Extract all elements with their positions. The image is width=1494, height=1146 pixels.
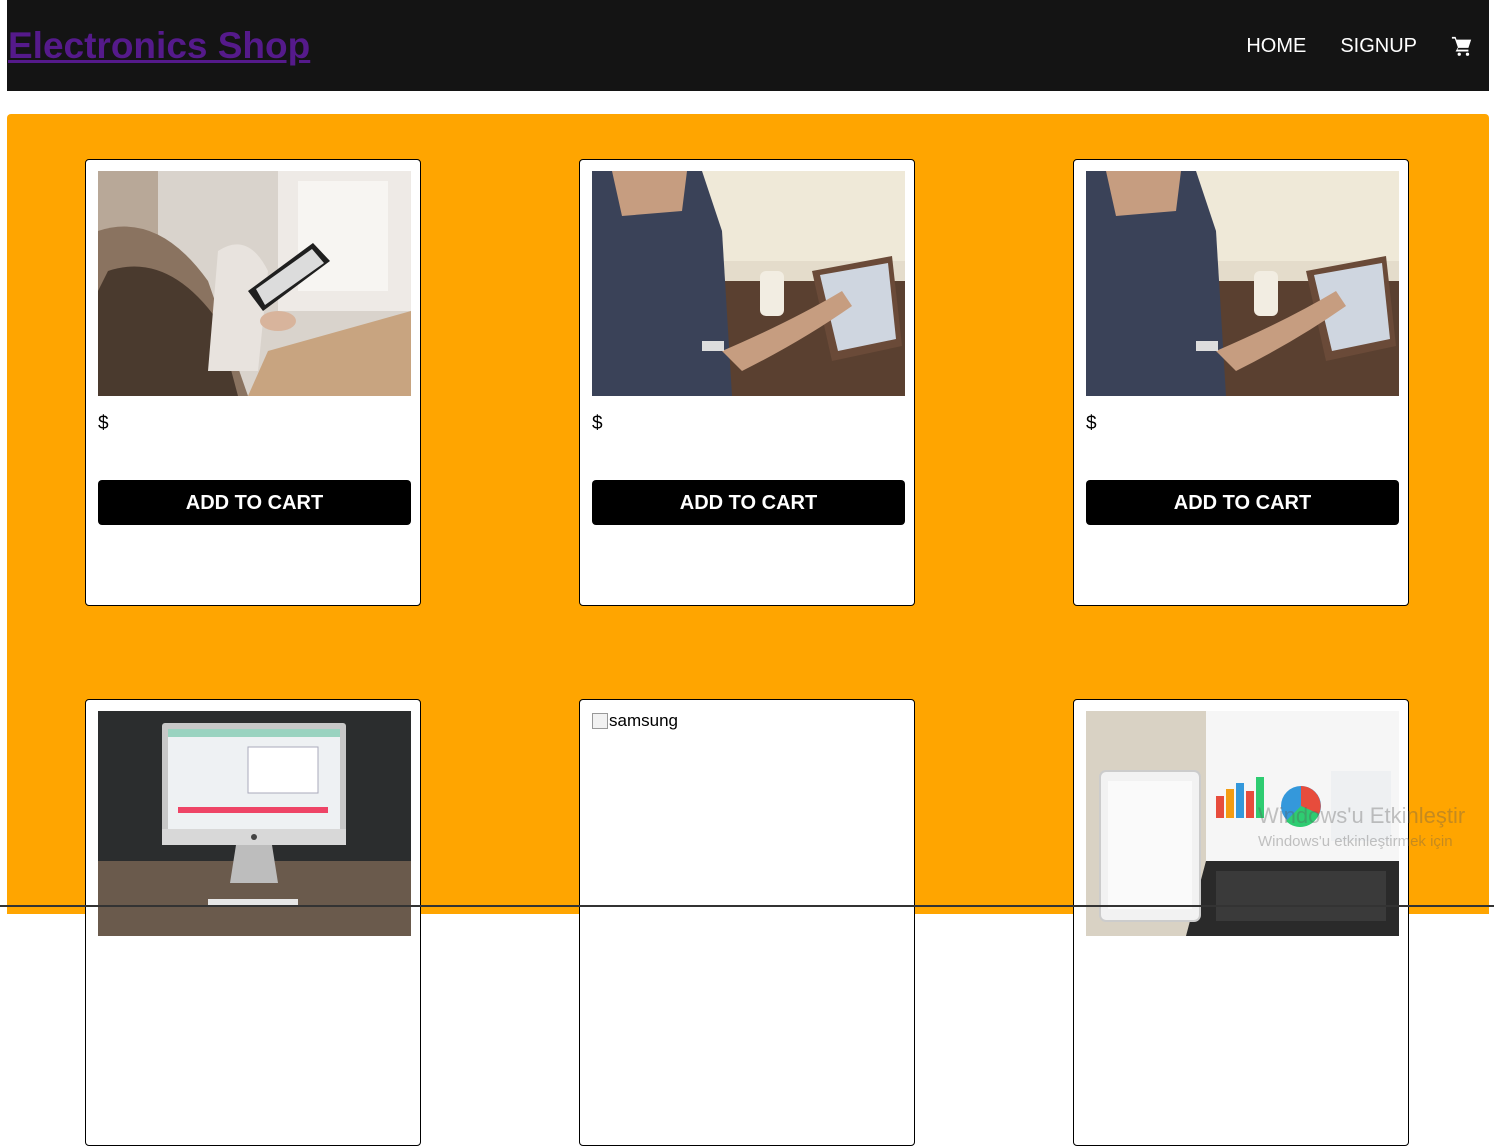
product-price: $ [592, 413, 603, 434]
add-to-cart-button[interactable]: ADD TO CART [98, 480, 411, 525]
watermark-line2: Windows'u etkinleştirmek için [1258, 833, 1453, 850]
add-to-cart-button[interactable]: ADD TO CART [592, 480, 905, 525]
broken-image-icon [592, 713, 608, 729]
product-card: $ ADD TO CART [579, 159, 915, 606]
tablet-reader-image [98, 171, 411, 396]
nav-home-link[interactable]: HOME [1246, 32, 1306, 60]
product-card: samsung [579, 699, 915, 1146]
product-image [98, 711, 411, 936]
product-card: $ ADD TO CART [85, 159, 421, 606]
desktop-computer-image [98, 711, 411, 936]
product-image [592, 171, 905, 396]
windows-activation-watermark: Windows'u Etkinleştir Windows'u etkinleş… [1258, 803, 1465, 850]
product-price: $ [1086, 413, 1097, 434]
add-to-cart-button[interactable]: ADD TO CART [1086, 480, 1399, 525]
product-card [85, 699, 421, 1146]
shopping-cart-icon[interactable] [1451, 35, 1473, 57]
nav-links: HOME SIGNUP [1246, 32, 1473, 60]
broken-image: samsung [592, 711, 678, 731]
watermark-line1: Windows'u Etkinleştir [1258, 803, 1466, 828]
product-image [1086, 171, 1399, 396]
product-card [1073, 699, 1409, 1146]
product-card: $ ADD TO CART [1073, 159, 1409, 606]
man-using-tablet-image [592, 171, 905, 396]
navbar: Electronics Shop HOME SIGNUP [7, 0, 1489, 91]
product-price: $ [98, 413, 109, 434]
man-using-tablet-image [1086, 171, 1399, 396]
image-alt-text: samsung [609, 711, 678, 730]
product-grid: $ ADD TO CART $ ADD TO CART $ ADD TO CAR… [7, 114, 1489, 1146]
nav-signup-link[interactable]: SIGNUP [1340, 32, 1417, 60]
brand-link[interactable]: Electronics Shop [8, 24, 310, 68]
product-image [98, 171, 411, 396]
